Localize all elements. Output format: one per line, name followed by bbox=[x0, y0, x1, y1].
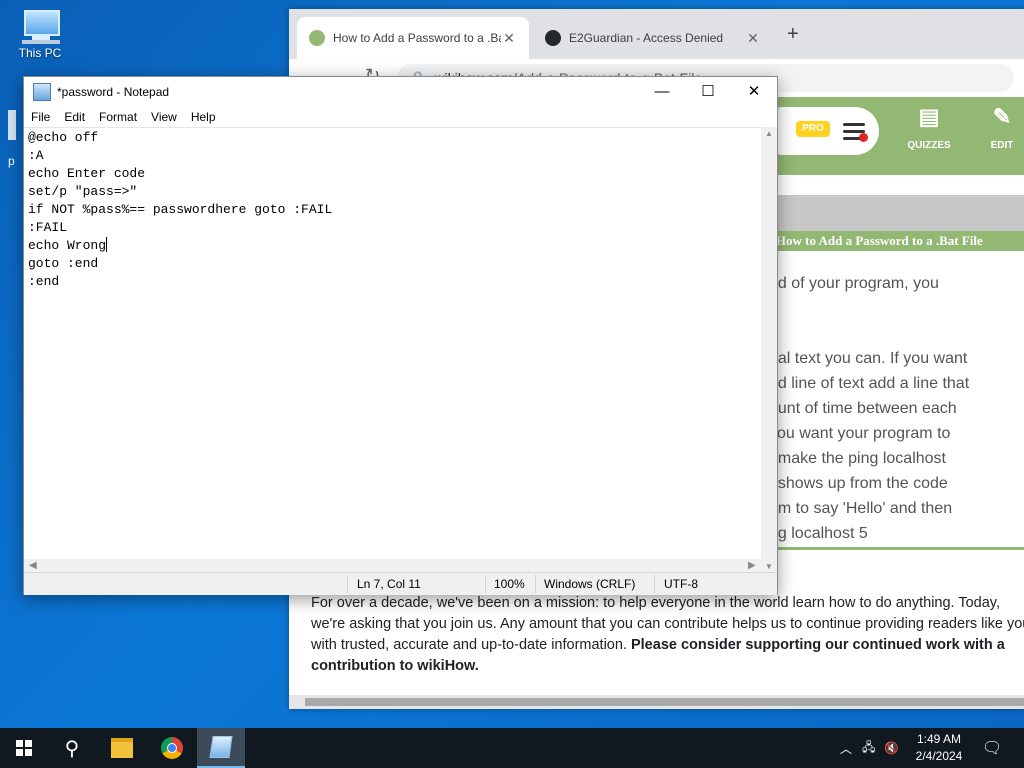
network-icon[interactable]: 🖧 bbox=[862, 728, 875, 768]
scroll-right-icon[interactable]: ▶ bbox=[748, 560, 756, 571]
status-bar: Ln 7, Col 11 100% Windows (CRLF) UTF-8 bbox=[24, 572, 777, 595]
tab-strip: How to Add a Password to a .Bat ✕ E2Guar… bbox=[289, 9, 1024, 59]
quizzes-button[interactable]: ▤ QUIZZES bbox=[899, 104, 959, 151]
divider bbox=[769, 547, 1024, 550]
cursor-position: Ln 7, Col 11 bbox=[357, 577, 421, 591]
menu-view[interactable]: View bbox=[144, 110, 184, 124]
edit-label: EDIT bbox=[990, 140, 1014, 151]
notifications-icon[interactable]: 🗨 bbox=[982, 728, 1002, 768]
close-tab-icon[interactable]: ✕ bbox=[745, 30, 761, 47]
search-button[interactable]: ⚲ bbox=[48, 728, 96, 768]
chrome-button[interactable] bbox=[148, 728, 196, 768]
line-ending: Windows (CRLF) bbox=[544, 577, 636, 591]
taskbar: ⚲ ︿ 🖧 🔇 1:49 AM 2/4/2024 🗨 bbox=[0, 728, 1024, 768]
chrome-icon bbox=[161, 737, 183, 759]
start-button[interactable] bbox=[0, 728, 48, 768]
menu-edit[interactable]: Edit bbox=[57, 110, 92, 124]
article-line: t shows up from the code bbox=[769, 475, 948, 492]
menu-file[interactable]: File bbox=[24, 110, 57, 124]
zoom-level: 100% bbox=[494, 577, 525, 591]
menu-format[interactable]: Format bbox=[92, 110, 144, 124]
search-icon: ⚲ bbox=[64, 737, 80, 760]
notepad-icon bbox=[33, 83, 51, 101]
maximize-button[interactable]: ☐ bbox=[685, 77, 731, 107]
show-hidden-icons[interactable]: ︿ bbox=[840, 728, 852, 768]
article-line: you want your program to bbox=[769, 425, 951, 442]
wikihow-favicon bbox=[309, 30, 325, 46]
github-icon bbox=[545, 30, 561, 46]
scroll-left-icon[interactable]: ◀ bbox=[29, 560, 37, 571]
scroll-down-icon[interactable]: ▼ bbox=[761, 562, 777, 571]
scroll-thumb[interactable] bbox=[305, 698, 1024, 706]
article-line bbox=[769, 296, 1024, 321]
notification-dot bbox=[859, 133, 868, 142]
article-line: ount of time between each bbox=[769, 400, 957, 417]
vertical-scrollbar[interactable]: ▲ ▼ bbox=[761, 127, 777, 575]
text-caret bbox=[106, 237, 108, 252]
editor-text-after-caret: goto :end :end bbox=[28, 256, 99, 289]
file-explorer-button[interactable] bbox=[98, 728, 146, 768]
minimize-button[interactable]: ― bbox=[639, 77, 685, 107]
article-text: nd of your program, you nal text you can… bbox=[769, 271, 1024, 546]
desktop-icon-this-pc[interactable]: This PC bbox=[12, 10, 68, 60]
close-button[interactable]: ✕ bbox=[731, 77, 777, 107]
scroll-up-icon[interactable]: ▲ bbox=[761, 129, 777, 138]
article-line: nd line of text add a line that bbox=[769, 375, 970, 392]
volume-muted-icon[interactable]: 🔇 bbox=[884, 728, 899, 768]
new-tab-button[interactable]: + bbox=[787, 23, 799, 46]
notepad-taskbar-button[interactable] bbox=[197, 728, 245, 768]
edit-button[interactable]: ✎ EDIT bbox=[972, 104, 1024, 151]
menu-help[interactable]: Help bbox=[184, 110, 223, 124]
notepad-icon bbox=[209, 736, 233, 758]
article-line: ng localhost 5 bbox=[769, 525, 868, 542]
article-title-band: i How to Add a Password to a .Bat File bbox=[769, 231, 1024, 251]
quizzes-icon: ▤ bbox=[918, 104, 940, 129]
chevron-up-icon: ︿ bbox=[840, 741, 853, 756]
quizzes-label: QUIZZES bbox=[907, 140, 951, 151]
desktop-icon-partial[interactable]: p bbox=[8, 110, 22, 170]
horizontal-scrollbar[interactable] bbox=[289, 695, 1024, 709]
tab-wikihow[interactable]: How to Add a Password to a .Bat ✕ bbox=[297, 17, 529, 59]
clock-time: 1:49 AM bbox=[916, 732, 962, 746]
article-line: am to say 'Hello' and then bbox=[769, 500, 953, 517]
editor-content: @echo off :A echo Enter code set/p "pass… bbox=[24, 128, 761, 292]
windows-logo-icon bbox=[16, 740, 32, 756]
article-line bbox=[769, 321, 1024, 346]
notepad-title-bar[interactable]: *password - Notepad ― ☐ ✕ bbox=[24, 77, 777, 107]
tab-title: E2Guardian - Access Denied bbox=[569, 31, 724, 45]
pro-badge: PRO bbox=[796, 121, 830, 137]
this-pc-icon bbox=[20, 10, 60, 44]
desktop-icon-label: This PC bbox=[18, 46, 62, 60]
article-line: nal text you can. If you want bbox=[769, 350, 968, 367]
clock[interactable]: 1:49 AM 2/4/2024 bbox=[904, 731, 974, 765]
menu-bar: File Edit Format View Help bbox=[24, 107, 777, 127]
window-title: *password - Notepad bbox=[57, 85, 170, 99]
notepad-window: *password - Notepad ― ☐ ✕ File Edit Form… bbox=[23, 76, 778, 595]
encoding: UTF-8 bbox=[664, 577, 698, 591]
article-line: nd of your program, you bbox=[769, 275, 939, 292]
pencil-icon: ✎ bbox=[992, 104, 1012, 129]
text-editor[interactable]: @echo off :A echo Enter code set/p "pass… bbox=[24, 127, 761, 560]
file-explorer-icon bbox=[111, 738, 133, 758]
close-tab-icon[interactable]: ✕ bbox=[501, 30, 517, 47]
tab-title: How to Add a Password to a .Bat bbox=[333, 31, 501, 45]
clock-date: 2/4/2024 bbox=[915, 749, 963, 763]
support-message: For over a decade, we've been on a missi… bbox=[311, 593, 1024, 677]
tab-e2guardian[interactable]: E2Guardian - Access Denied ✕ bbox=[533, 17, 773, 59]
article-line: , make the ping localhost bbox=[769, 450, 946, 467]
desktop-icon-partial-label: p bbox=[8, 154, 15, 168]
editor-text-before-caret: @echo off :A echo Enter code set/p "pass… bbox=[28, 130, 333, 253]
